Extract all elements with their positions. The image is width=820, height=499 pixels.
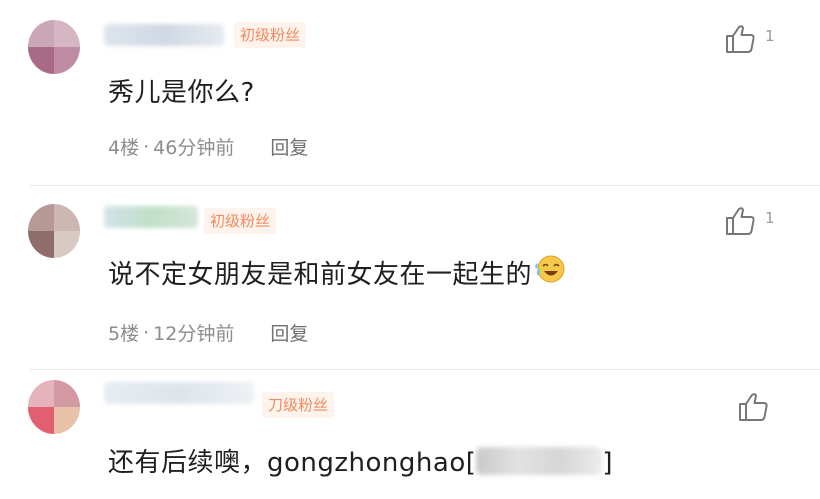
comment-item: 刀级粉丝 还有后续噢，gongzhonghao[] — [0, 370, 820, 499]
like-button[interactable] — [737, 392, 769, 422]
reply-button[interactable]: 回复 — [270, 133, 308, 160]
avatar[interactable] — [28, 380, 80, 434]
like-button[interactable]: 1 — [724, 206, 775, 236]
username-redacted[interactable] — [104, 206, 198, 228]
avatar[interactable] — [28, 204, 80, 258]
floor-number: 5楼 — [108, 323, 140, 345]
username-redacted[interactable] — [104, 382, 254, 404]
meta-separator: · — [143, 135, 150, 158]
floor-number: 4楼 — [108, 137, 140, 159]
comment-text: 还有后续噢，gongzhonghao[ — [108, 448, 477, 478]
thumbs-up-icon — [724, 24, 756, 54]
comment-item: 初级粉丝 1 说不定女朋友是和前女友在一起生的 5楼 · 12分钟前 回复 — [0, 186, 820, 370]
like-count: 1 — [765, 27, 775, 45]
reply-button[interactable]: 回复 — [270, 319, 308, 346]
comment-meta: 4楼 · 46分钟前 回复 — [108, 133, 308, 160]
comment-text: 秀儿是你么? — [108, 78, 255, 108]
comment-text-line: 说不定女朋友是和前女友在一起生的 — [108, 254, 566, 291]
fan-level-badge: 初级粉丝 — [234, 22, 307, 48]
thumbs-up-icon — [724, 206, 756, 236]
redacted-account-name — [476, 446, 603, 475]
fan-level-badge: 刀级粉丝 — [262, 392, 335, 418]
comment-text: 说不定女朋友是和前女友在一起生的 — [108, 260, 533, 290]
comment-time: 46分钟前 — [153, 137, 235, 159]
comment-meta: 5楼 · 12分钟前 回复 — [108, 319, 308, 346]
username-redacted[interactable] — [104, 24, 224, 46]
fan-level-badge-label: 初级粉丝 — [240, 26, 301, 44]
like-count: 1 — [765, 209, 775, 227]
meta-separator: · — [143, 321, 150, 344]
crying-laughing-face-icon — [534, 254, 566, 291]
fan-level-badge: 初级粉丝 — [204, 208, 277, 234]
fan-level-badge-label: 初级粉丝 — [210, 212, 271, 230]
fan-level-badge-label: 刀级粉丝 — [268, 396, 329, 414]
avatar[interactable] — [28, 20, 80, 74]
thumbs-up-icon — [737, 392, 769, 422]
comment-text-line: 还有后续噢，gongzhonghao[] — [108, 442, 613, 479]
like-button[interactable]: 1 — [724, 24, 775, 54]
comment-time: 12分钟前 — [153, 323, 235, 345]
comment-text-end: ] — [602, 448, 614, 478]
comment-item: 初级粉丝 1 秀儿是你么? 4楼 · 46分钟前 回复 — [0, 0, 820, 186]
